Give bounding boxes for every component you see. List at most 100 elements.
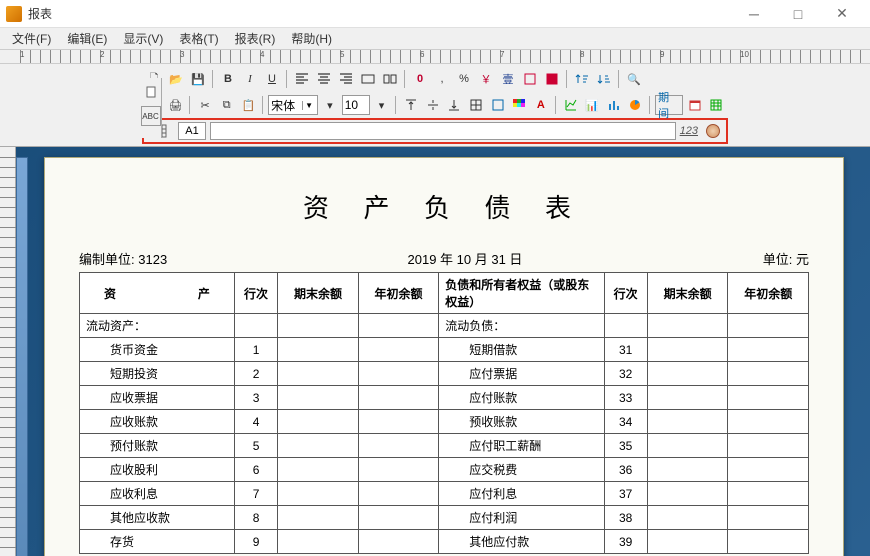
asset-name[interactable]: 应收账款 <box>80 410 235 434</box>
liability-line[interactable]: 35 <box>604 434 647 458</box>
color-palette-icon[interactable] <box>509 95 529 115</box>
asset-name[interactable]: 应收股利 <box>80 458 235 482</box>
asset-name[interactable]: 存货 <box>80 530 235 554</box>
record-indicator-icon[interactable] <box>706 124 720 138</box>
asset-name[interactable]: 预付账款 <box>80 434 235 458</box>
valign-middle-icon[interactable] <box>423 95 443 115</box>
liability-begin-amount[interactable] <box>728 506 809 530</box>
asset-begin-amount[interactable] <box>358 386 439 410</box>
asset-begin-amount[interactable] <box>358 530 439 554</box>
asset-end-amount[interactable] <box>278 434 359 458</box>
bold-button[interactable]: B <box>218 69 238 89</box>
liability-begin-amount[interactable] <box>728 410 809 434</box>
asset-line[interactable]: 8 <box>234 506 277 530</box>
asset-line[interactable]: 7 <box>234 482 277 506</box>
liability-name[interactable]: 应付利息 <box>439 482 604 506</box>
asset-end-amount[interactable] <box>278 482 359 506</box>
asset-line[interactable]: 4 <box>234 410 277 434</box>
liability-line[interactable]: 34 <box>604 410 647 434</box>
menu-table[interactable]: 表格(T) <box>171 28 226 49</box>
currency-yen-icon[interactable]: ￥ <box>476 69 496 89</box>
liability-end-amount[interactable] <box>647 338 728 362</box>
paint-border-icon[interactable] <box>520 69 540 89</box>
table-row[interactable]: 存货9其他应付款39 <box>80 530 809 554</box>
liability-end-amount[interactable] <box>647 506 728 530</box>
header-begin-right[interactable]: 年初余额 <box>728 273 809 314</box>
sum-icon[interactable]: 壹 <box>498 69 518 89</box>
liability-line[interactable]: 39 <box>604 530 647 554</box>
table-section-row[interactable]: 流动资产： 流动负债： <box>80 314 809 338</box>
asset-line[interactable]: 1 <box>234 338 277 362</box>
header-end-left[interactable]: 期末余额 <box>278 273 359 314</box>
split-cells-icon[interactable] <box>380 69 400 89</box>
paste-icon[interactable]: 📋 <box>238 95 258 115</box>
grid-icon[interactable] <box>466 95 486 115</box>
asset-name[interactable]: 短期投资 <box>80 362 235 386</box>
liability-name[interactable]: 应付票据 <box>439 362 604 386</box>
chart-line-icon[interactable] <box>561 95 581 115</box>
liability-line[interactable]: 33 <box>604 386 647 410</box>
sort-desc-icon[interactable] <box>594 69 614 89</box>
asset-name[interactable]: 应收利息 <box>80 482 235 506</box>
balance-sheet-table[interactable]: 资 产 行次 期末余额 年初余额 负债和所有者权益（或股东权益） 行次 期末余额… <box>79 272 809 554</box>
liability-name[interactable]: 短期借款 <box>439 338 604 362</box>
border-icon[interactable] <box>488 95 508 115</box>
liability-line[interactable]: 37 <box>604 482 647 506</box>
table-row[interactable]: 应收利息7 应付利息37 <box>80 482 809 506</box>
table-row[interactable]: 短期投资2应付票据32 <box>80 362 809 386</box>
fill-color-icon[interactable] <box>542 69 562 89</box>
formula-input[interactable] <box>210 122 676 140</box>
liability-line[interactable]: 32 <box>604 362 647 386</box>
font-name-dropdown-icon[interactable]: ▾ <box>320 95 340 115</box>
font-color-icon[interactable]: A <box>531 95 551 115</box>
liability-begin-amount[interactable] <box>728 338 809 362</box>
header-end-right[interactable]: 期末余额 <box>647 273 728 314</box>
liability-begin-amount[interactable] <box>728 434 809 458</box>
liability-line[interactable]: 31 <box>604 338 647 362</box>
asset-end-amount[interactable] <box>278 458 359 482</box>
copy-icon[interactable]: ⧉ <box>217 95 237 115</box>
asset-end-amount[interactable] <box>278 362 359 386</box>
asset-end-amount[interactable] <box>278 338 359 362</box>
asset-end-amount[interactable] <box>278 506 359 530</box>
table-row[interactable]: 应收账款4预收账款34 <box>80 410 809 434</box>
liability-end-amount[interactable] <box>647 410 728 434</box>
merge-cells-icon[interactable] <box>358 69 378 89</box>
minimize-button[interactable]: ─ <box>732 0 776 28</box>
save-icon[interactable]: 💾 <box>188 69 208 89</box>
liability-end-amount[interactable] <box>647 434 728 458</box>
find-icon[interactable]: 🔍 <box>624 69 644 89</box>
close-button[interactable]: ✕ <box>820 0 864 28</box>
header-asset[interactable]: 资 产 <box>80 273 235 314</box>
header-line-right[interactable]: 行次 <box>604 273 647 314</box>
sort-asc-icon[interactable] <box>572 69 592 89</box>
comma-icon[interactable]: , <box>432 69 452 89</box>
asset-name[interactable]: 货币资金 <box>80 338 235 362</box>
italic-button[interactable]: I <box>240 69 260 89</box>
table-row[interactable]: 预付账款5应付职工薪酬35 <box>80 434 809 458</box>
open-icon[interactable]: 📂 <box>166 69 186 89</box>
cut-icon[interactable]: ✂ <box>195 95 215 115</box>
liability-name[interactable]: 应交税费 <box>439 458 604 482</box>
menu-file[interactable]: 文件(F) <box>4 28 59 49</box>
header-begin-left[interactable]: 年初余额 <box>358 273 439 314</box>
liability-end-amount[interactable] <box>647 530 728 554</box>
menu-help[interactable]: 帮助(H) <box>283 28 340 49</box>
font-size-select[interactable]: 10 <box>342 95 370 115</box>
liability-name[interactable]: 其他应付款 <box>439 530 604 554</box>
menu-edit[interactable]: 编辑(E) <box>59 28 115 49</box>
liability-line[interactable]: 38 <box>604 506 647 530</box>
asset-end-amount[interactable] <box>278 410 359 434</box>
asset-end-amount[interactable] <box>278 386 359 410</box>
liability-begin-amount[interactable] <box>728 458 809 482</box>
maximize-button[interactable]: □ <box>776 0 820 28</box>
asset-begin-amount[interactable] <box>358 482 439 506</box>
asset-name[interactable]: 应收票据 <box>80 386 235 410</box>
menu-view[interactable]: 显示(V) <box>115 28 171 49</box>
underline-button[interactable]: U <box>262 69 282 89</box>
valign-top-icon[interactable] <box>401 95 421 115</box>
liability-line[interactable]: 36 <box>604 458 647 482</box>
liability-begin-amount[interactable] <box>728 386 809 410</box>
number-format-icon[interactable]: 123 <box>680 125 698 137</box>
asset-begin-amount[interactable] <box>358 410 439 434</box>
